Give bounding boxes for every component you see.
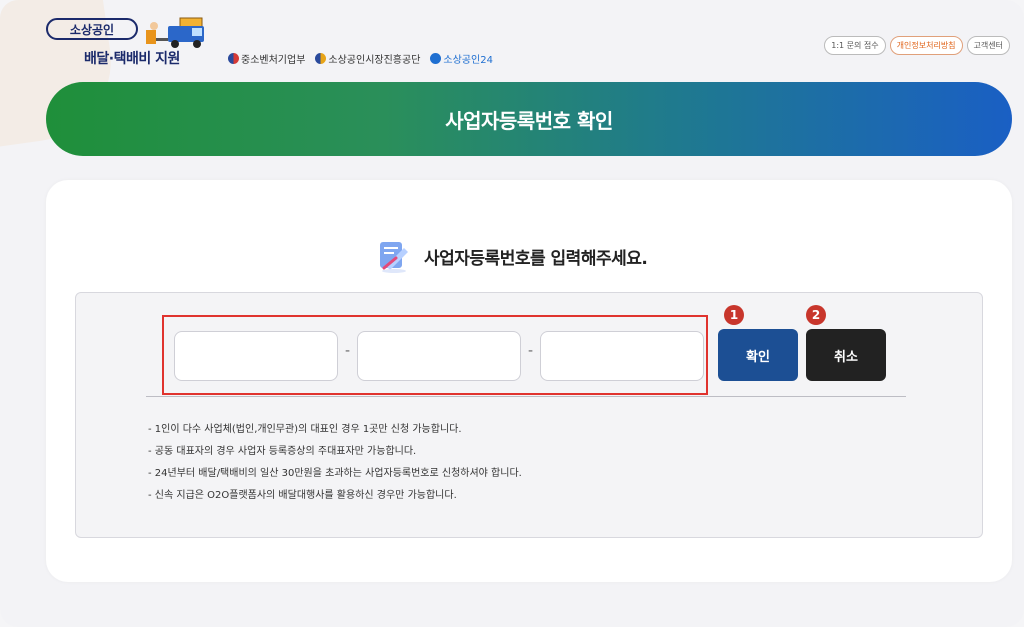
app-frame: 소상공인 배달·택배비 지원 중소벤처기업부 소상공인시장진흥공단 소상공인24 (0, 0, 1024, 627)
separator-2: - (528, 343, 534, 359)
org-mss: 중소벤처기업부 (228, 51, 305, 66)
mss-emblem-icon (228, 53, 239, 64)
document-pen-icon (380, 242, 408, 273)
org-semas: 소상공인시장진흥공단 (315, 51, 420, 66)
top-link-inquiry[interactable]: 1:1 문의 접수 (824, 36, 886, 55)
page-title: 사업자등록번호 확인 (445, 108, 613, 133)
notice-list: - 1인이 다수 사업체(법인,개인무관)의 대표인 경우 1곳만 신청 가능합… (148, 419, 522, 507)
business-number-group: - - (162, 315, 708, 395)
confirm-button[interactable]: 확인 (718, 329, 798, 381)
notice-item: - 공동 대표자의 경우 사업자 등록증상의 주대표자만 가능합니다. (148, 446, 417, 457)
form-heading-text: 사업자등록번호를 입력해주세요. (424, 248, 648, 269)
business-number-part-2[interactable] (357, 331, 521, 381)
logo-title: 소상공인 (46, 18, 138, 40)
logo-subtitle: 배달·택배비 지원 (84, 51, 180, 67)
form-heading: 사업자등록번호를 입력해주세요. (376, 238, 648, 274)
top-link-support[interactable]: 고객센터 (966, 36, 1010, 55)
delivery-truck-icon (146, 17, 204, 48)
sbiz24-emblem-icon (430, 53, 442, 64)
semas-emblem-icon (315, 53, 327, 64)
notice-item: - 24년부터 배달/택배비의 일산 30만원을 초과하는 사업자등록번호로 신… (148, 468, 522, 479)
business-number-part-3[interactable] (540, 331, 704, 381)
org-logos: 중소벤처기업부 소상공인시장진흥공단 소상공인24 (228, 51, 493, 66)
business-number-part-1[interactable] (174, 331, 338, 381)
org-sbiz24: 소상공인24 (430, 51, 493, 66)
site-logo[interactable]: 소상공인 배달·택배비 지원 (46, 17, 226, 74)
top-links: 1:1 문의 접수 개인정보처리방침 고객센터 (824, 36, 1010, 55)
step-badge-1: 1 (724, 305, 744, 325)
page-banner: 사업자등록번호 확인 (46, 82, 1012, 156)
cancel-button[interactable]: 취소 (806, 329, 886, 381)
step-badge-2: 2 (806, 305, 826, 325)
separator-1: - (345, 343, 351, 359)
divider (146, 396, 906, 397)
notice-item: - 1인이 다수 사업체(법인,개인무관)의 대표인 경우 1곳만 신청 가능합… (148, 424, 462, 435)
notice-item: - 신속 지급은 O2O플랫폼사의 배달대행사를 활용하신 경우만 가능합니다. (148, 490, 457, 501)
main-card: 사업자등록번호를 입력해주세요. - - 1 2 확인 취소 - 1인이 다수 … (46, 180, 1012, 582)
input-panel: - - 1 2 확인 취소 - 1인이 다수 사업체(법인,개인무관)의 대표인… (75, 292, 983, 538)
top-link-privacy[interactable]: 개인정보처리방침 (889, 36, 963, 55)
